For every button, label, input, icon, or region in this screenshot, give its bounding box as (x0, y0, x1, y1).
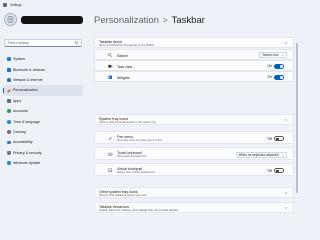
row-label: Search (117, 54, 129, 59)
bluetooth-icon (7, 67, 11, 72)
account-name-redacted (21, 15, 83, 24)
sidebar-item-bluetooth-devices[interactable]: Bluetooth & devices (3, 64, 83, 74)
sidebar-item-privacy-security[interactable]: Privacy & security (3, 148, 83, 158)
sidebar-nav: System Bluetooth & devices Network & int… (3, 54, 83, 168)
chevron-down-icon (284, 191, 288, 195)
avatar[interactable] (4, 13, 17, 26)
task-view-icon (108, 64, 113, 69)
account-header[interactable] (4, 13, 83, 26)
apps-icon (7, 98, 11, 103)
title-bar: Settings (0, 0, 300, 9)
setting-row-task-view: Task view On (94, 60, 294, 71)
task-view-toggle[interactable] (274, 63, 284, 69)
update-icon (7, 161, 11, 166)
shield-icon (7, 150, 11, 155)
row-description: Always show virtual touchpad icon (117, 170, 156, 174)
chevron-down-icon: ⌄ (281, 53, 284, 58)
toggle-state-label: On (267, 64, 272, 69)
setting-row-widgets: Widgets On (94, 71, 294, 82)
row-description: Show touch keyboard icon (117, 154, 147, 158)
search-mode-dropdown[interactable]: Search box ⌄ (259, 52, 287, 59)
sidebar-item-system[interactable]: System (3, 54, 83, 64)
accessibility-icon (7, 140, 11, 145)
toggle-state-label: Off (267, 168, 272, 173)
sidebar-item-network-internet[interactable]: Network & internet (3, 75, 83, 85)
section-description: Show or hide buttons that appear on the … (99, 44, 155, 48)
breadcrumb: Personalization > Taskbar (94, 15, 205, 26)
other-tray-icons-header[interactable]: Other system tray icons Show or hide add… (94, 187, 294, 198)
sidebar-item-time-language[interactable]: Time & language (3, 116, 83, 126)
sidebar-item-accounts[interactable]: Accounts (3, 106, 83, 116)
pen-menu-toggle[interactable] (274, 136, 284, 141)
search-input[interactable]: Find a setting (4, 39, 82, 47)
touch-keyboard-dropdown[interactable]: When no keyboard attached ⌄ (235, 151, 287, 158)
taskbar-behaviors-header[interactable]: Taskbar behaviors Taskbar alignment, bad… (94, 202, 294, 213)
setting-row-touch-keyboard: Touch keyboard Show touch keyboard icon … (94, 147, 294, 160)
monitor-icon (7, 57, 11, 62)
chevron-up-icon (284, 41, 288, 45)
breadcrumb-parent[interactable]: Personalization (94, 15, 159, 26)
settings-app-icon (3, 2, 7, 7)
sidebar-item-apps[interactable]: Apps (3, 96, 83, 106)
setting-row-pen-menu: Pen menu Show pen menu icon when pen is … (94, 131, 294, 144)
page-title: Taskbar (171, 15, 205, 26)
row-description: Show pen menu icon when pen is in use (117, 138, 162, 142)
chevron-up-icon (284, 118, 288, 122)
gamepad-icon (7, 130, 11, 134)
setting-row-search: Search Search box ⌄ (94, 49, 294, 60)
keyboard-icon (108, 152, 113, 157)
chevron-down-icon (284, 206, 288, 210)
widgets-toggle[interactable] (274, 74, 284, 80)
section-description: Show or hide icons that appear in the sy… (99, 121, 156, 125)
toggle-state-label: On (267, 75, 272, 80)
pen-icon (108, 136, 113, 141)
setting-row-virtual-touchpad: Virtual touchpad Always show virtual tou… (94, 163, 294, 176)
main-content: Personalization > Taskbar Taskbar items … (94, 9, 298, 215)
section-description: Taskbar alignment, badging, automaticall… (99, 209, 179, 213)
sidebar-item-windows-update[interactable]: Windows Update (3, 158, 83, 168)
globe-clock-icon (7, 119, 11, 124)
taskbar-items-header[interactable]: Taskbar items Show or hide buttons that … (94, 37, 294, 48)
scrollbar[interactable] (296, 43, 298, 193)
person-icon (7, 109, 11, 114)
paintbrush-icon (6, 88, 12, 93)
user-avatar-icon (7, 16, 14, 23)
wifi-icon (7, 78, 11, 82)
widgets-icon (108, 75, 113, 80)
search-placeholder: Find a setting (8, 41, 29, 45)
window-title: Settings (10, 2, 22, 7)
search-icon (108, 53, 113, 58)
sidebar: Find a setting System Bluetooth & device… (0, 9, 85, 215)
touchpad-icon (108, 168, 113, 173)
virtual-touchpad-toggle[interactable] (274, 168, 284, 173)
row-label: Widgets (117, 76, 130, 81)
toggle-state-label: Off (267, 136, 272, 141)
breadcrumb-separator: > (162, 16, 168, 25)
system-tray-icons-header[interactable]: System tray icons Show or hide icons tha… (94, 114, 294, 125)
section-description: Show or hide additional system tray icon… (99, 194, 147, 198)
row-label: Task view (117, 65, 133, 70)
sidebar-item-personalization[interactable]: Personalization (3, 85, 83, 96)
chevron-down-icon: ⌄ (281, 152, 284, 157)
sidebar-item-accessibility[interactable]: Accessibility (3, 137, 83, 147)
sidebar-item-gaming[interactable]: Gaming (3, 127, 83, 137)
search-icon (74, 41, 78, 45)
